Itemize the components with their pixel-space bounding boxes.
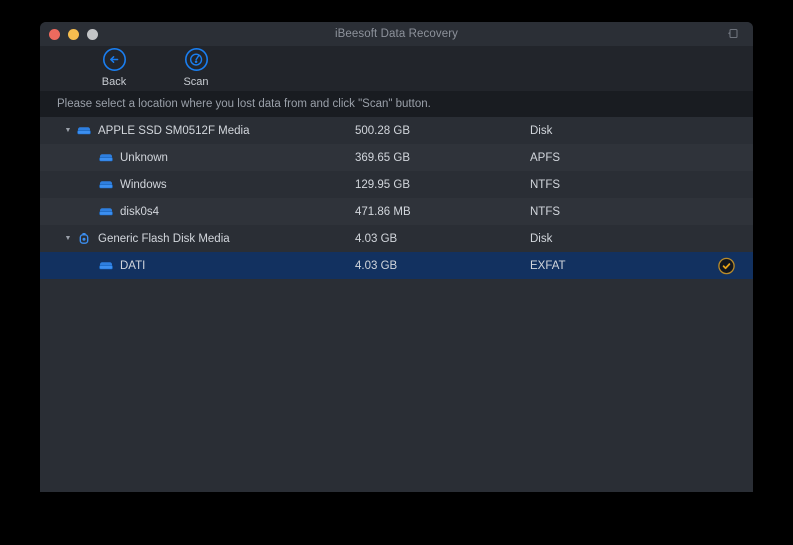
minimize-button[interactable] <box>68 29 79 40</box>
row-label: DATI <box>120 260 145 272</box>
row-name-cell: ▼ APPLE SSD SM0512F Media <box>40 123 355 139</box>
row-size-cell: 500.28 GB <box>355 125 530 137</box>
back-button-label: Back <box>102 76 126 88</box>
feedback-icon[interactable] <box>725 26 741 42</box>
row-filesystem-cell: Disk <box>530 125 753 137</box>
row-filesystem-cell: NTFS <box>530 206 753 218</box>
table-row[interactable]: ▼ Unknown 369.65 GB APFS <box>40 144 753 171</box>
back-arrow-icon <box>101 46 128 73</box>
table-row[interactable]: ▼ APPLE SSD SM0512F Media 500.28 GB Disk <box>40 117 753 144</box>
row-name-cell: ▼ Windows <box>40 177 355 193</box>
disk-list[interactable]: ▼ APPLE SSD SM0512F Media 500.28 GB Disk… <box>40 117 753 492</box>
application-window: iBeesoft Data Recovery Back <box>40 22 753 492</box>
close-button[interactable] <box>49 29 60 40</box>
volume-icon <box>96 150 116 166</box>
scan-button[interactable]: Scan <box>170 46 222 88</box>
row-name-cell: ▼ Generic Flash Disk Media <box>40 231 355 247</box>
window-controls <box>49 29 98 40</box>
table-row[interactable]: ▼ Generic Flash Disk Media 4.03 GB Disk <box>40 225 753 252</box>
row-label: Windows <box>120 179 167 191</box>
chevron-down-icon[interactable]: ▼ <box>62 127 74 134</box>
instruction-text: Please select a location where you lost … <box>57 98 431 110</box>
selected-check-icon[interactable] <box>718 257 735 274</box>
table-row[interactable]: ▼ Windows 129.95 GB NTFS <box>40 171 753 198</box>
row-size-cell: 129.95 GB <box>355 179 530 191</box>
volume-icon <box>96 177 116 193</box>
instruction-bar: Please select a location where you lost … <box>40 91 753 117</box>
usb-drive-icon <box>74 231 94 247</box>
row-filesystem-cell: Disk <box>530 233 753 245</box>
back-button[interactable]: Back <box>88 46 140 88</box>
toolbar: Back Scan <box>40 46 753 91</box>
row-label: Generic Flash Disk Media <box>98 233 230 245</box>
scan-button-label: Scan <box>183 76 208 88</box>
volume-icon <box>96 258 116 274</box>
row-label: disk0s4 <box>120 206 159 218</box>
volume-icon <box>96 204 116 220</box>
row-filesystem-cell: APFS <box>530 152 753 164</box>
row-name-cell: ▼ Unknown <box>40 150 355 166</box>
row-size-cell: 4.03 GB <box>355 233 530 245</box>
row-name-cell: ▼ disk0s4 <box>40 204 355 220</box>
row-size-cell: 4.03 GB <box>355 260 530 272</box>
row-size-cell: 471.86 MB <box>355 206 530 218</box>
table-row[interactable]: ▼ DATI 4.03 GB EXFAT <box>40 252 753 279</box>
row-label: APPLE SSD SM0512F Media <box>98 125 250 137</box>
scan-icon <box>183 46 210 73</box>
zoom-button[interactable] <box>87 29 98 40</box>
row-label: Unknown <box>120 152 168 164</box>
chevron-down-icon[interactable]: ▼ <box>62 235 74 242</box>
title-bar: iBeesoft Data Recovery <box>40 22 753 46</box>
table-row[interactable]: ▼ disk0s4 471.86 MB NTFS <box>40 198 753 225</box>
window-title: iBeesoft Data Recovery <box>40 28 753 40</box>
hard-disk-icon <box>74 123 94 139</box>
row-name-cell: ▼ DATI <box>40 258 355 274</box>
row-size-cell: 369.65 GB <box>355 152 530 164</box>
row-filesystem-cell: NTFS <box>530 179 753 191</box>
